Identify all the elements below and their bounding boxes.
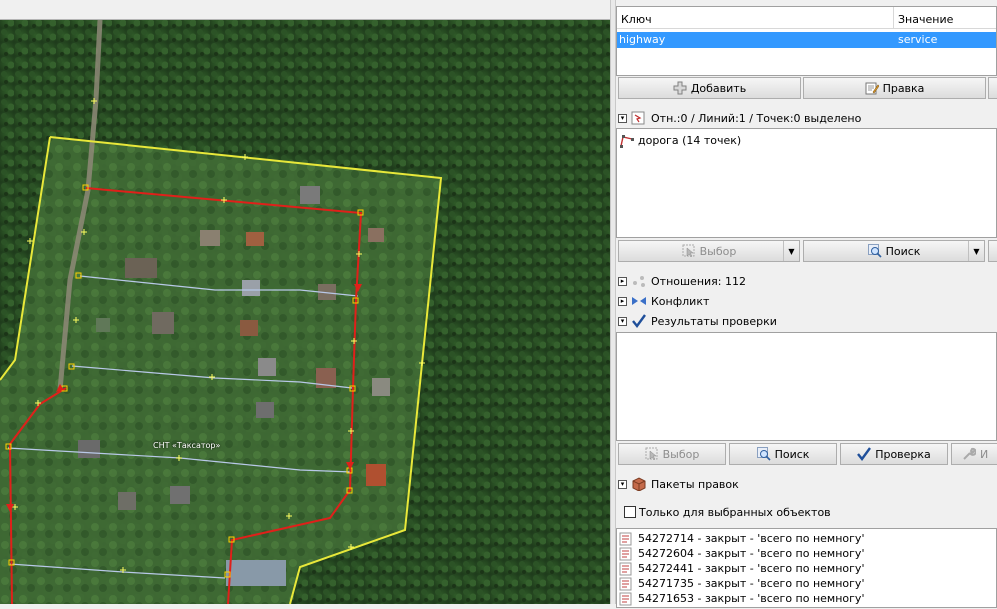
validation-select-button[interactable]: Выбор bbox=[618, 443, 726, 465]
search-icon bbox=[867, 244, 882, 258]
changeset-label: 54272604 - закрыт - 'всего по немногу' bbox=[638, 547, 865, 560]
validate-button[interactable]: Проверка bbox=[840, 443, 948, 465]
validation-label: Результаты проверки bbox=[651, 314, 777, 328]
tags-table-header: Ключ Значение bbox=[617, 7, 996, 29]
collapse-toggle-icon[interactable]: ▾ bbox=[618, 479, 627, 489]
validation-search-label: Поиск bbox=[774, 447, 810, 461]
only-selected-label: Только для выбранных объектов bbox=[639, 505, 831, 519]
settlement-area bbox=[0, 137, 441, 604]
select-label: Выбор bbox=[699, 244, 737, 258]
changeset-icon bbox=[619, 532, 635, 546]
conflict-label: Конфликт bbox=[651, 294, 710, 308]
conflict-panel-header[interactable]: ▸ Конфликт bbox=[616, 291, 997, 311]
plus-icon bbox=[673, 81, 687, 95]
validation-results-list[interactable] bbox=[616, 332, 997, 441]
changeset-icon bbox=[619, 562, 635, 576]
select-cursor-icon bbox=[682, 244, 696, 258]
delete-tag-button[interactable] bbox=[988, 77, 997, 99]
collapse-toggle-icon[interactable]: ▾ bbox=[618, 316, 627, 326]
list-item[interactable]: 54271735 - закрыт - 'всего по немногу' bbox=[619, 576, 864, 591]
column-header-key[interactable]: Ключ bbox=[617, 7, 894, 29]
wrench-icon bbox=[962, 447, 977, 461]
expand-toggle-icon[interactable]: ▸ bbox=[618, 276, 627, 286]
tags-table[interactable]: Ключ Значение highway service bbox=[616, 6, 997, 76]
changeset-label: 54271653 - закрыт - 'всего по немногу' bbox=[638, 592, 865, 605]
changesets-panel-header[interactable]: ▾ Пакеты правок bbox=[616, 474, 997, 494]
collapse-toggle-icon[interactable]: ▾ bbox=[618, 113, 627, 123]
fix-button[interactable]: И bbox=[951, 443, 997, 465]
changeset-icon bbox=[619, 547, 635, 561]
only-selected-checkbox-row[interactable]: Только для выбранных объектов bbox=[624, 504, 831, 520]
relations-panel-header[interactable]: ▸ Отношения: 112 bbox=[616, 271, 997, 291]
list-item[interactable]: 54272714 - закрыт - 'всего по немногу' bbox=[619, 531, 864, 546]
map-view[interactable]: СНТ «Таксатор» bbox=[0, 0, 610, 604]
chevron-down-icon[interactable]: ▼ bbox=[968, 241, 984, 261]
selection-list[interactable]: дорога (14 точек) bbox=[616, 128, 997, 238]
changeset-label: 54272441 - закрыт - 'всего по немногу' bbox=[638, 562, 865, 575]
conflict-icon bbox=[631, 294, 647, 308]
changeset-label: 54272714 - закрыт - 'всего по немногу' bbox=[638, 532, 865, 545]
changeset-label: 54271735 - закрыт - 'всего по немногу' bbox=[638, 577, 865, 590]
checkmark-icon bbox=[631, 314, 647, 328]
tag-key-cell[interactable]: highway bbox=[617, 32, 665, 48]
search-icon bbox=[756, 447, 771, 461]
selection-icon bbox=[631, 111, 647, 125]
validation-select-label: Выбор bbox=[662, 447, 700, 461]
changesets-label: Пакеты правок bbox=[651, 477, 739, 491]
changeset-icon bbox=[619, 577, 635, 591]
validation-search-button[interactable]: Поиск bbox=[729, 443, 837, 465]
tag-value-cell[interactable]: service bbox=[896, 32, 937, 48]
changesets-list[interactable]: 54272714 - закрыт - 'всего по немногу' 5… bbox=[616, 528, 997, 608]
selection-panel-header[interactable]: ▾ Отн.:0 / Линий:1 / Точек:0 выделено bbox=[616, 108, 997, 128]
side-panel: Ключ Значение highway service Добавить П… bbox=[616, 0, 997, 608]
selected-way-label: дорога (14 точек) bbox=[638, 134, 742, 147]
search-button[interactable]: Поиск ▼ bbox=[803, 240, 985, 262]
relations-icon bbox=[631, 274, 647, 288]
map-canvas[interactable] bbox=[0, 0, 610, 604]
validation-panel-header[interactable]: ▾ Результаты проверки bbox=[616, 311, 997, 331]
selection-more-button[interactable] bbox=[988, 240, 997, 262]
list-item[interactable]: дорога (14 точек) bbox=[619, 133, 741, 148]
chevron-down-icon[interactable]: ▼ bbox=[783, 241, 799, 261]
edit-tag-label: Правка bbox=[882, 81, 925, 95]
selection-summary: Отн.:0 / Линий:1 / Точек:0 выделено bbox=[651, 111, 862, 125]
only-selected-checkbox[interactable] bbox=[624, 506, 636, 518]
select-cursor-icon bbox=[645, 447, 659, 461]
expand-toggle-icon[interactable]: ▸ bbox=[618, 296, 627, 306]
map-toolbar-strip bbox=[0, 0, 610, 20]
select-button[interactable]: Выбор ▼ bbox=[618, 240, 800, 262]
package-icon bbox=[631, 477, 647, 492]
search-label: Поиск bbox=[885, 244, 921, 258]
validate-label: Проверка bbox=[875, 447, 931, 461]
add-tag-button[interactable]: Добавить bbox=[618, 77, 801, 99]
list-item[interactable]: 54272441 - закрыт - 'всего по немногу' bbox=[619, 561, 864, 576]
edit-icon bbox=[865, 81, 879, 95]
checkmark-icon bbox=[857, 447, 872, 461]
table-row[interactable]: highway service bbox=[617, 32, 996, 48]
place-label: СНТ «Таксатор» bbox=[153, 441, 221, 450]
fix-label: И bbox=[980, 447, 989, 461]
list-item[interactable]: 54272604 - закрыт - 'всего по немногу' bbox=[619, 546, 864, 561]
way-icon bbox=[619, 134, 635, 148]
add-tag-label: Добавить bbox=[690, 81, 747, 95]
relations-count: Отношения: 112 bbox=[651, 274, 746, 288]
column-header-value[interactable]: Значение bbox=[894, 7, 997, 29]
changeset-icon bbox=[619, 592, 635, 606]
edit-tag-button[interactable]: Правка bbox=[803, 77, 986, 99]
